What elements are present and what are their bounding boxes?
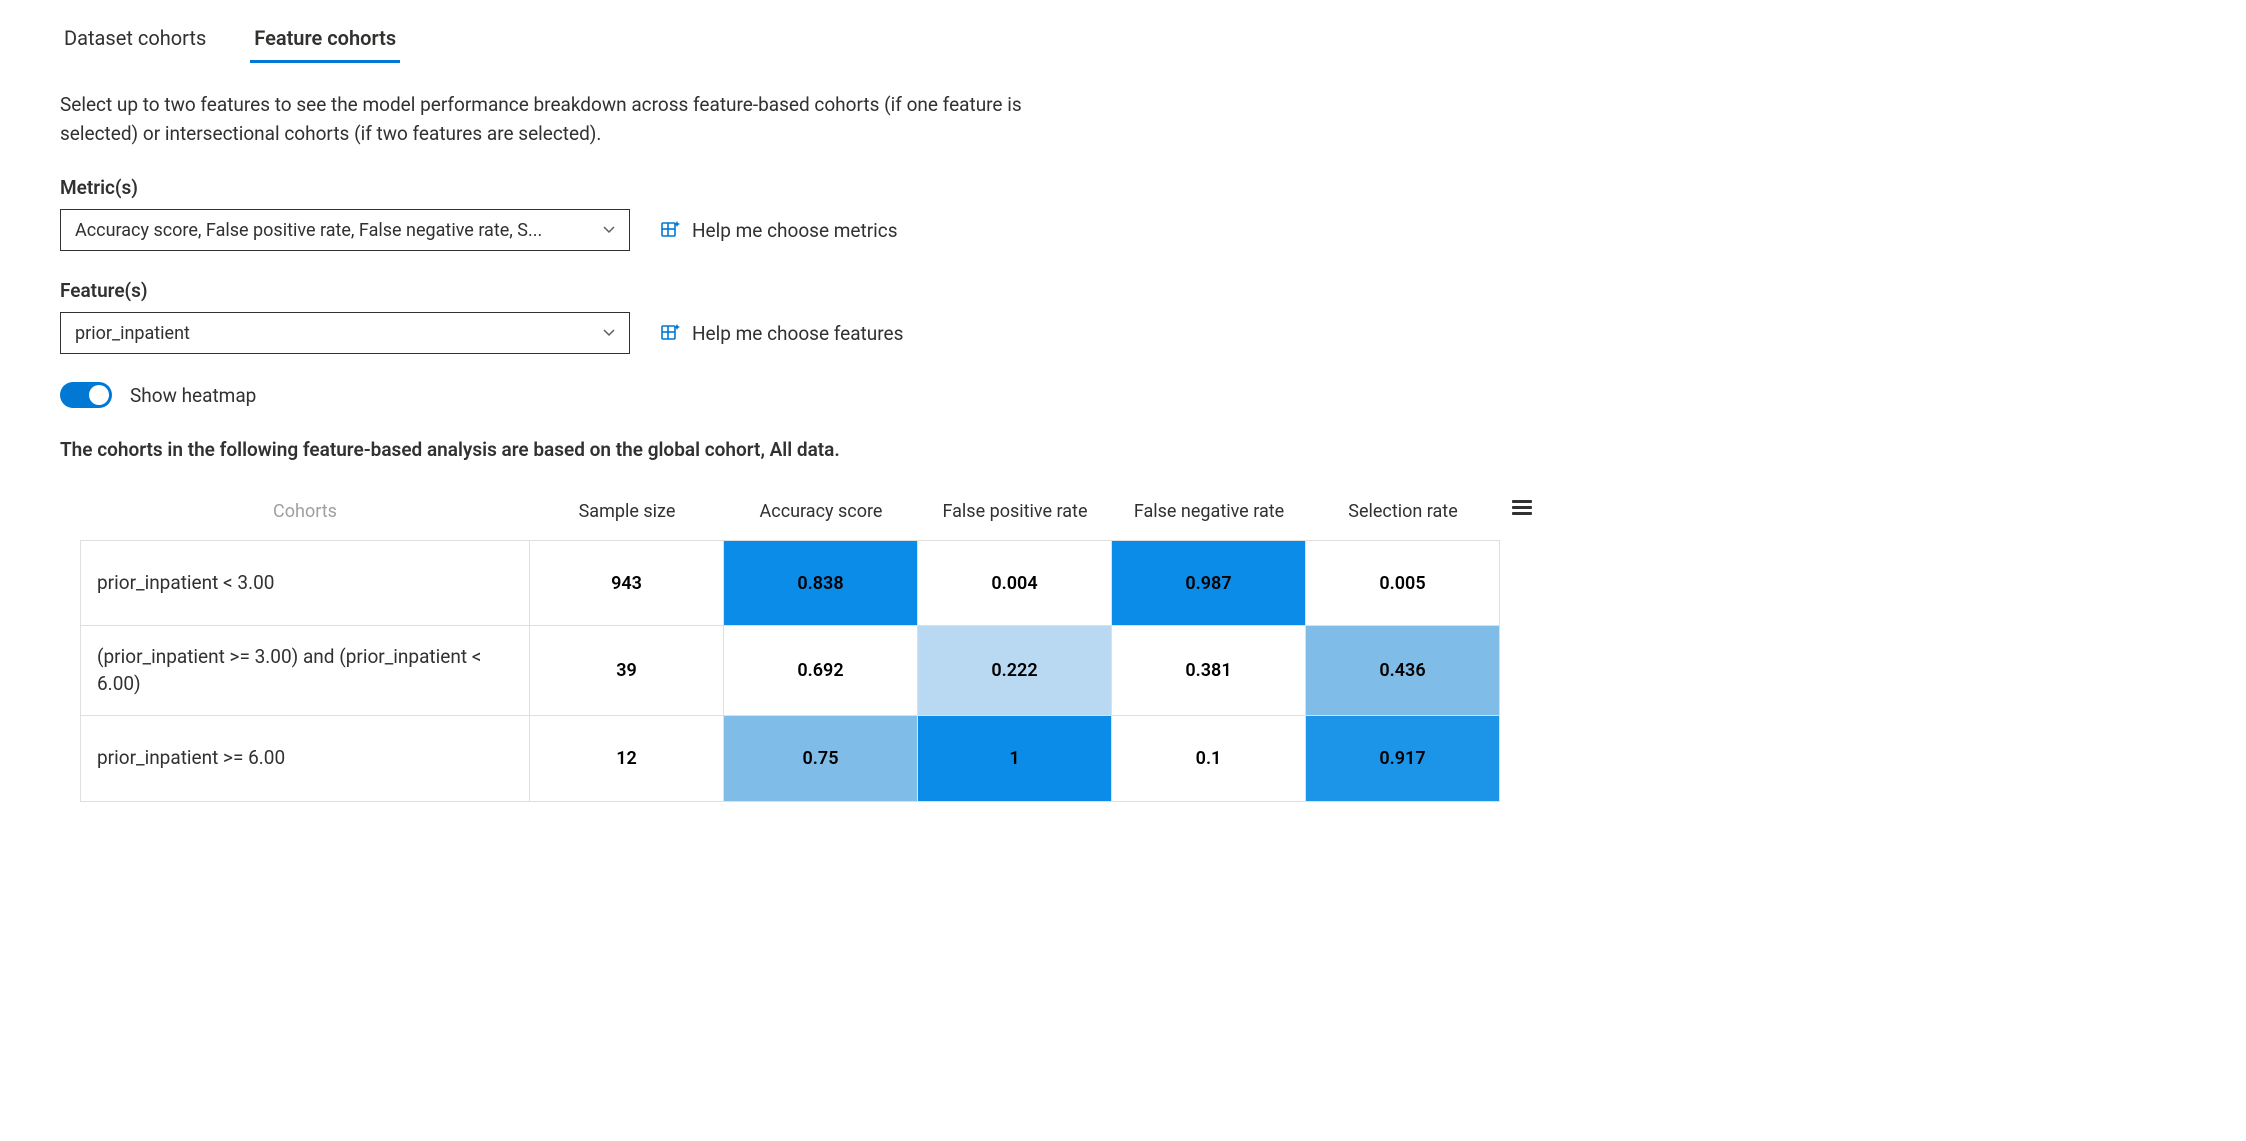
help-metrics-text: Help me choose metrics: [692, 219, 898, 242]
col-header-selection[interactable]: Selection rate: [1306, 491, 1500, 540]
description-text: Select up to two features to see the mod…: [60, 91, 1040, 148]
chevron-down-icon: [603, 222, 615, 238]
col-header-accuracy[interactable]: Accuracy score: [724, 491, 918, 540]
table-menu-icon[interactable]: [1512, 497, 1532, 518]
col-header-sample-size[interactable]: Sample size: [530, 491, 724, 540]
show-heatmap-toggle[interactable]: [60, 382, 112, 408]
row-label: (prior_inpatient >= 3.00) and (prior_inp…: [80, 626, 530, 716]
cell-sample-size: 12: [530, 716, 724, 802]
heatmap-table: Cohorts Sample size Accuracy score False…: [80, 491, 1500, 802]
cell-selection: 0.436: [1306, 626, 1500, 716]
help-choose-metrics-link[interactable]: Help me choose metrics: [660, 219, 898, 242]
cell-fpr: 1: [918, 716, 1112, 802]
help-features-text: Help me choose features: [692, 322, 903, 345]
col-header-fpr[interactable]: False positive rate: [918, 491, 1112, 540]
chevron-down-icon: [603, 325, 615, 341]
cell-accuracy: 0.692: [724, 626, 918, 716]
cell-fnr: 0.1: [1112, 716, 1306, 802]
col-header-cohorts: Cohorts: [80, 491, 530, 540]
metrics-dropdown-value: Accuracy score, False positive rate, Fal…: [75, 220, 542, 241]
cell-fnr: 0.381: [1112, 626, 1306, 716]
row-label: prior_inpatient < 3.00: [80, 540, 530, 626]
cell-fpr: 0.222: [918, 626, 1112, 716]
metrics-label: Metric(s): [60, 176, 2186, 199]
cell-sample-size: 39: [530, 626, 724, 716]
cell-sample-size: 943: [530, 540, 724, 626]
cell-accuracy: 0.75: [724, 716, 918, 802]
row-label: prior_inpatient >= 6.00: [80, 716, 530, 802]
tab-feature-cohorts[interactable]: Feature cohorts: [250, 20, 400, 63]
col-header-fnr[interactable]: False negative rate: [1112, 491, 1306, 540]
features-dropdown-value: prior_inpatient: [75, 323, 190, 344]
show-heatmap-label: Show heatmap: [130, 384, 256, 407]
metrics-dropdown[interactable]: Accuracy score, False positive rate, Fal…: [60, 209, 630, 251]
features-label: Feature(s): [60, 279, 2186, 302]
cell-fpr: 0.004: [918, 540, 1112, 626]
tab-dataset-cohorts[interactable]: Dataset cohorts: [60, 20, 210, 61]
table-sparkle-icon: [660, 322, 682, 344]
cell-selection: 0.005: [1306, 540, 1500, 626]
features-dropdown[interactable]: prior_inpatient: [60, 312, 630, 354]
cohort-tabs: Dataset cohorts Feature cohorts: [60, 20, 2186, 61]
cell-fnr: 0.987: [1112, 540, 1306, 626]
table-sparkle-icon: [660, 219, 682, 241]
analysis-note: The cohorts in the following feature-bas…: [60, 438, 2186, 461]
help-choose-features-link[interactable]: Help me choose features: [660, 322, 903, 345]
cell-accuracy: 0.838: [724, 540, 918, 626]
toggle-knob: [89, 385, 109, 405]
cell-selection: 0.917: [1306, 716, 1500, 802]
